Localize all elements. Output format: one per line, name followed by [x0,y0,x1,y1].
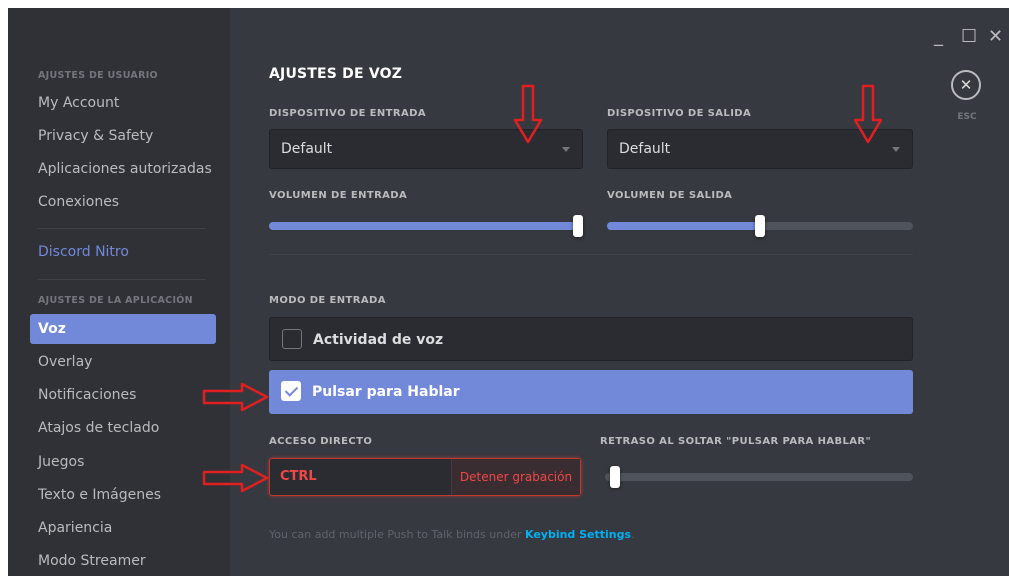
sidebar-item-streamer-mode[interactable]: Modo Streamer [30,546,216,576]
sidebar-item-connections[interactable]: Conexiones [30,187,216,217]
input-mode-label: MODO DE ENTRADA [269,295,386,306]
voice-activity-option[interactable]: Actividad de voz [269,317,913,361]
input-volume-label: VOLUMEN DE ENTRADA [269,190,408,201]
sidebar-item-notifications[interactable]: Notificaciones [30,380,216,410]
user-settings-header: AJUSTES DE USUARIO [38,70,158,81]
sidebar-item-privacy-safety[interactable]: Privacy & Safety [30,121,216,151]
input-device-label: DISPOSITIVO DE ENTRADA [269,108,426,119]
output-device-value: Default [619,141,671,157]
output-volume-label: VOLUMEN DE SALIDA [607,190,733,201]
output-device-label: DISPOSITIVO DE SALIDA [607,108,752,119]
release-delay-label: RETRASO AL SOLTAR "PULSAR PARA HABLAR" [600,436,872,447]
page-title: AJUSTES DE VOZ [269,66,403,82]
annotation-arrow-down-icon [853,84,883,144]
output-volume-slider[interactable] [607,215,913,237]
annotation-arrow-right-icon [202,382,269,412]
voice-activity-label: Actividad de voz [313,332,444,348]
sidebar-item-appearance[interactable]: Apariencia [30,513,216,543]
input-volume-fill [269,222,583,230]
stop-recording-button[interactable]: Detener grabación [451,459,580,495]
release-delay-handle[interactable] [610,466,620,488]
app-settings-header: AJUSTES DE LA APLICACIÓN [38,295,193,306]
input-volume-slider[interactable] [269,215,583,237]
input-device-value: Default [281,141,333,157]
input-volume-handle[interactable] [573,215,583,237]
section-divider [269,254,913,255]
push-to-talk-label: Pulsar para Hablar [312,384,460,400]
annotation-arrow-right-icon [202,463,269,493]
sidebar-item-keybinds[interactable]: Atajos de teclado [30,413,216,443]
esc-label: ESC [957,112,977,122]
shortcut-label: ACCESO DIRECTO [269,436,373,447]
sidebar-item-authorized-apps[interactable]: Aplicaciones autorizadas [30,154,216,184]
output-volume-handle[interactable] [755,215,765,237]
push-to-talk-option[interactable]: Pulsar para Hablar [269,370,913,414]
maximize-icon[interactable]: ☐ [961,28,977,46]
hint-suffix: . [631,528,635,541]
window-close-icon[interactable]: ✕ [988,28,1003,46]
keybind-settings-link[interactable]: Keybind Settings [525,528,631,541]
sidebar-item-text-images[interactable]: Texto e Imágenes [30,480,216,510]
voice-activity-checkbox[interactable] [282,329,302,349]
sidebar-divider [38,279,206,280]
sidebar-item-voice[interactable]: Voz [30,314,216,344]
settings-sidebar: AJUSTES DE USUARIO My Account Privacy & … [8,8,230,576]
settings-window: AJUSTES DE USUARIO My Account Privacy & … [8,8,1009,576]
keybind-hint: You can add multiple Push to Talk binds … [269,528,635,541]
minimize-icon[interactable]: _ [934,28,943,46]
release-delay-slider[interactable] [605,466,913,488]
sidebar-divider [38,228,206,229]
hint-text: You can add multiple Push to Talk binds … [269,528,525,541]
sidebar-item-discord-nitro[interactable]: Discord Nitro [30,237,216,267]
sidebar-item-games[interactable]: Juegos [30,447,216,477]
annotation-arrow-down-icon [513,84,543,144]
sidebar-item-overlay[interactable]: Overlay [30,347,216,377]
checkmark-icon[interactable] [281,381,301,401]
output-volume-fill [607,222,760,230]
sidebar-item-my-account[interactable]: My Account [30,88,216,118]
shortcut-key: CTRL [280,469,317,484]
shortcut-recorder[interactable]: CTRL Detener grabación [269,458,581,496]
close-settings-button[interactable]: ✕ [951,70,981,100]
chevron-down-icon [892,147,900,152]
chevron-down-icon [562,147,570,152]
